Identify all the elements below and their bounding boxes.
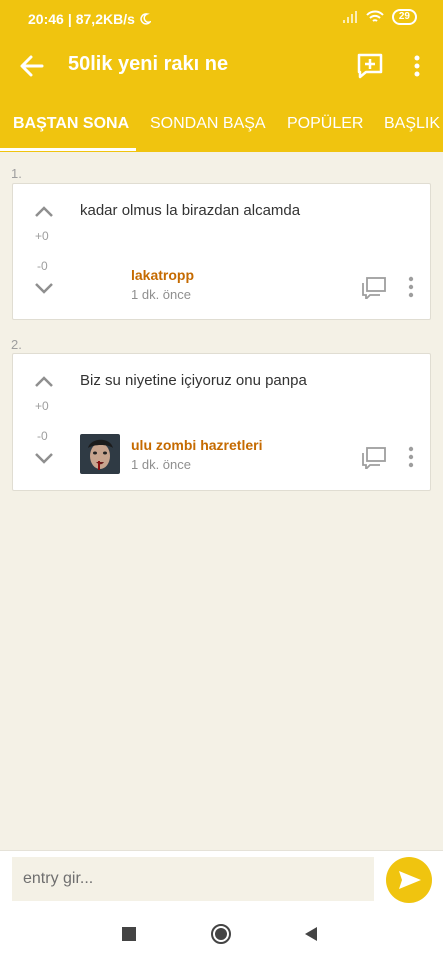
downvote-count: -0 bbox=[37, 429, 48, 443]
tab-baslik[interactable]: BAŞLIK bbox=[384, 98, 440, 152]
chevron-up-icon[interactable] bbox=[33, 204, 55, 220]
chevron-up-icon[interactable] bbox=[33, 374, 55, 390]
entry-card: +0 -0 kadar olmus la birazdan alcamda la… bbox=[12, 183, 431, 320]
arrow-left-icon[interactable] bbox=[18, 52, 46, 80]
entry-text: kadar olmus la birazdan alcamda bbox=[80, 202, 301, 219]
avatar[interactable] bbox=[80, 434, 120, 474]
entry-number: 2. bbox=[11, 337, 22, 352]
wifi-icon bbox=[366, 10, 384, 22]
signal-icon bbox=[342, 11, 357, 23]
entry-time: 1 dk. önce bbox=[131, 457, 191, 472]
battery-indicator: 29 bbox=[391, 9, 417, 25]
more-vert-icon[interactable] bbox=[406, 276, 416, 298]
status-bar: 20:46 | 87,2KB/s 29 bbox=[0, 0, 443, 36]
tab-populer[interactable]: POPÜLER bbox=[287, 98, 363, 152]
entry-card: +0 -0 Biz su niyetine içiyoruz onu panpa… bbox=[12, 353, 431, 491]
tab-bar: BAŞTAN SONA SONDAN BAŞA POPÜLER BAŞLIK bbox=[0, 98, 443, 152]
tab-sondan-basa[interactable]: SONDAN BAŞA bbox=[150, 98, 266, 152]
entry-author[interactable]: lakatropp bbox=[131, 267, 194, 283]
add-entry-icon[interactable] bbox=[356, 52, 384, 80]
send-button[interactable] bbox=[386, 857, 432, 903]
recents-icon[interactable] bbox=[117, 922, 141, 946]
chevron-down-icon[interactable] bbox=[33, 280, 55, 296]
app-bar: 50lik yeni rakı ne bbox=[0, 36, 443, 98]
moon-icon bbox=[140, 13, 151, 25]
status-speed: 87,2KB/s bbox=[75, 11, 135, 27]
status-right: 29 bbox=[342, 9, 417, 25]
system-nav-bar bbox=[0, 908, 443, 960]
upvote-count: +0 bbox=[35, 229, 49, 243]
upvote-count: +0 bbox=[35, 399, 49, 413]
chevron-down-icon[interactable] bbox=[33, 450, 55, 466]
entry-time: 1 dk. önce bbox=[131, 287, 191, 302]
back-nav-icon[interactable] bbox=[299, 922, 323, 946]
message-icon[interactable] bbox=[362, 277, 386, 299]
more-vert-icon[interactable] bbox=[406, 446, 416, 468]
downvote-count: -0 bbox=[37, 259, 48, 273]
more-vert-icon[interactable] bbox=[406, 52, 428, 80]
entry-input[interactable] bbox=[12, 857, 374, 901]
entry-composer bbox=[0, 850, 443, 908]
status-left: 20:46 | 87,2KB/s bbox=[28, 11, 151, 27]
send-icon bbox=[399, 871, 421, 889]
message-icon[interactable] bbox=[362, 447, 386, 469]
entry-author[interactable]: ulu zombi hazretleri bbox=[131, 437, 262, 453]
page-title: 50lik yeni rakı ne bbox=[68, 53, 229, 75]
status-time: 20:46 bbox=[28, 11, 64, 27]
entry-text: Biz su niyetine içiyoruz onu panpa bbox=[80, 372, 307, 389]
tab-bastan-sona[interactable]: BAŞTAN SONA bbox=[13, 98, 129, 152]
tab-indicator bbox=[0, 148, 136, 151]
home-icon[interactable] bbox=[209, 922, 233, 946]
status-separator: | bbox=[67, 11, 72, 27]
entry-number: 1. bbox=[11, 166, 22, 181]
